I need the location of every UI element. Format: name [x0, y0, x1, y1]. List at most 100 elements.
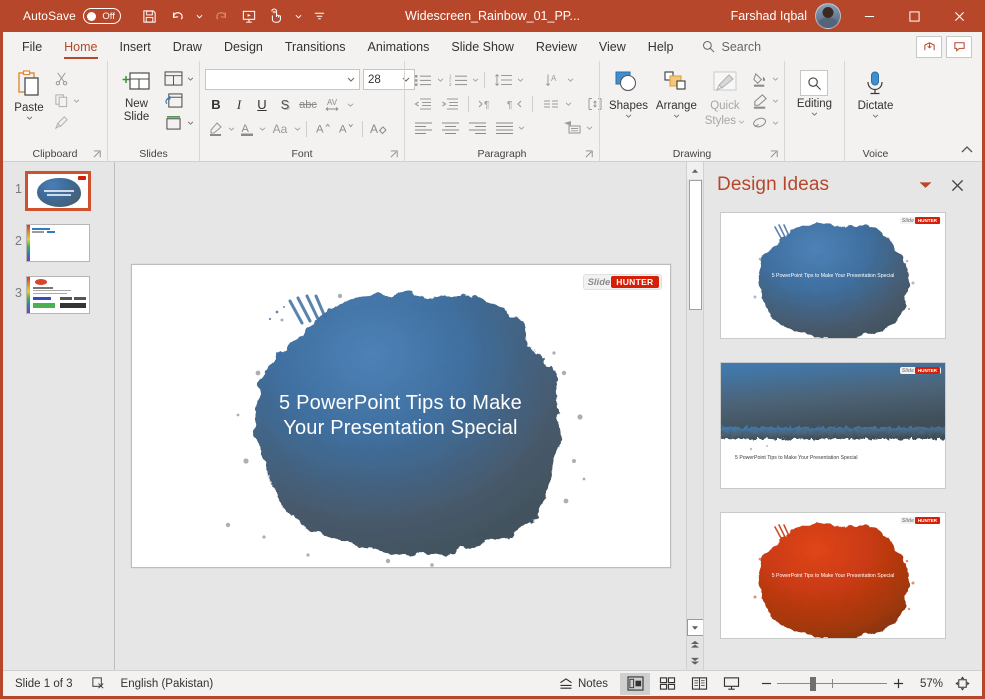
previous-slide-button[interactable]: [687, 636, 704, 653]
increase-font-size-button[interactable]: A: [312, 118, 334, 139]
tab-animations[interactable]: Animations: [357, 32, 441, 61]
customize-qat-icon[interactable]: [307, 4, 333, 28]
scroll-up-button[interactable]: [686, 162, 704, 179]
zoom-in-button[interactable]: [887, 673, 909, 695]
slide-thumbnail-3[interactable]: [26, 276, 90, 314]
tab-transitions[interactable]: Transitions: [274, 32, 357, 61]
account-area[interactable]: Farshad Iqbal: [731, 3, 841, 29]
current-slide[interactable]: 5 PowerPoint Tips to Make Your Presentat…: [130, 264, 671, 568]
convert-to-smartart-button[interactable]: [559, 117, 585, 138]
bold-button[interactable]: B: [205, 94, 227, 115]
shape-effects-button[interactable]: [749, 112, 771, 133]
decrease-indent-button[interactable]: [410, 93, 436, 114]
increase-indent-button[interactable]: [437, 93, 463, 114]
dictate-button[interactable]: Dictate: [853, 67, 899, 118]
zoom-slider-thumb[interactable]: [810, 676, 816, 691]
tab-draw[interactable]: Draw: [162, 32, 213, 61]
vertical-scrollbar[interactable]: [686, 162, 704, 670]
reading-view-button[interactable]: [684, 673, 714, 695]
scrollbar-thumb[interactable]: [688, 180, 702, 310]
thumbnail-row-1[interactable]: 1: [3, 171, 114, 211]
shapes-button[interactable]: Shapes: [605, 67, 652, 118]
change-case-button[interactable]: Aa: [267, 118, 293, 139]
numbering-button[interactable]: 123: [445, 69, 471, 90]
close-button[interactable]: [937, 0, 982, 32]
touch-mode-dropdown-icon[interactable]: [292, 4, 305, 28]
underline-button[interactable]: U: [251, 94, 273, 115]
share-button[interactable]: [916, 35, 942, 58]
slide-canvas[interactable]: 5 PowerPoint Tips to Make Your Presentat…: [115, 162, 686, 670]
font-name-combo[interactable]: [205, 69, 360, 90]
font-color-button[interactable]: A: [236, 118, 258, 139]
copy-button[interactable]: [50, 90, 72, 111]
tab-view[interactable]: View: [588, 32, 637, 61]
strikethrough-button[interactable]: abc: [297, 94, 319, 115]
shape-outline-button[interactable]: [749, 90, 771, 111]
slide-thumbnail-pane[interactable]: 1 2 3: [3, 162, 115, 670]
design-idea-card-3[interactable]: 5 PowerPoint Tips to Make Your Presentat…: [720, 512, 946, 639]
text-shadow-button[interactable]: S: [274, 94, 296, 115]
bullets-button[interactable]: [410, 69, 436, 90]
fit-slide-button[interactable]: [951, 673, 973, 695]
zoom-out-button[interactable]: [755, 673, 777, 695]
search-input[interactable]: Search: [691, 32, 773, 61]
justify-button[interactable]: [491, 117, 517, 138]
start-presentation-icon[interactable]: [236, 4, 262, 28]
maximize-button[interactable]: [892, 0, 937, 32]
align-right-button[interactable]: [464, 117, 490, 138]
comments-button[interactable]: [946, 35, 972, 58]
undo-icon[interactable]: [165, 4, 191, 28]
align-center-button[interactable]: [437, 117, 463, 138]
shape-fill-button[interactable]: [749, 68, 771, 89]
tab-slide-show[interactable]: Slide Show: [440, 32, 525, 61]
minimize-button[interactable]: [847, 0, 892, 32]
autosave-toggle[interactable]: Off: [82, 8, 121, 24]
slide-thumbnail-2[interactable]: [26, 224, 90, 262]
tab-review[interactable]: Review: [525, 32, 588, 61]
tab-home[interactable]: Home: [53, 32, 108, 61]
next-slide-button[interactable]: [687, 653, 704, 670]
quick-styles-button[interactable]: Quick Styles: [701, 67, 749, 128]
ltr-text-direction-button[interactable]: ¶: [474, 93, 500, 114]
close-pane-icon[interactable]: [948, 176, 966, 194]
slide-title-text[interactable]: 5 PowerPoint Tips to Make Your Presentat…: [132, 391, 670, 441]
thumbnail-row-3[interactable]: 3: [3, 276, 114, 314]
cut-button[interactable]: [50, 68, 72, 89]
pane-options-chevron-down-icon[interactable]: [916, 176, 934, 194]
tab-design[interactable]: Design: [213, 32, 274, 61]
thumbnail-row-2[interactable]: 2: [3, 224, 114, 262]
italic-button[interactable]: I: [228, 94, 250, 115]
design-idea-card-1[interactable]: 5 PowerPoint Tips to Make Your Presentat…: [720, 212, 946, 339]
text-highlight-button[interactable]: [205, 118, 227, 139]
format-painter-button[interactable]: [50, 112, 72, 133]
character-spacing-button[interactable]: AV: [320, 94, 346, 115]
slide-thumbnail-1[interactable]: [25, 171, 91, 211]
tab-file[interactable]: File: [11, 32, 53, 61]
slide-sorter-view-button[interactable]: [652, 673, 682, 695]
design-idea-card-2[interactable]: 5 PowerPoint Tips to Make Your Presentat…: [720, 362, 946, 489]
language-indicator[interactable]: English (Pakistan): [121, 678, 214, 690]
zoom-slider[interactable]: [777, 673, 887, 695]
autosave-control[interactable]: AutoSave Off: [23, 8, 121, 24]
normal-view-button[interactable]: [620, 672, 650, 695]
rtl-text-direction-button[interactable]: ¶: [501, 93, 527, 114]
columns-button[interactable]: [538, 93, 564, 114]
line-spacing-button[interactable]: [490, 69, 516, 90]
clear-formatting-button[interactable]: A: [368, 118, 390, 139]
undo-dropdown-icon[interactable]: [193, 4, 206, 28]
drawing-dialog-launcher[interactable]: [770, 150, 779, 159]
editing-button[interactable]: Editing: [792, 67, 837, 116]
zoom-level[interactable]: 57%: [909, 678, 943, 690]
arrange-button[interactable]: Arrange: [652, 67, 701, 118]
tab-help[interactable]: Help: [637, 32, 685, 61]
save-icon[interactable]: [137, 4, 163, 28]
decrease-font-size-button[interactable]: A: [335, 118, 357, 139]
avatar[interactable]: [815, 3, 841, 29]
collapse-ribbon-icon[interactable]: [960, 143, 974, 157]
notes-button[interactable]: Notes: [548, 671, 619, 697]
touch-mouse-mode-icon[interactable]: [264, 4, 290, 28]
font-dialog-launcher[interactable]: [390, 150, 399, 159]
align-left-button[interactable]: [410, 117, 436, 138]
new-slide-button[interactable]: New Slide: [113, 67, 160, 124]
slide-show-view-button[interactable]: [716, 673, 746, 695]
